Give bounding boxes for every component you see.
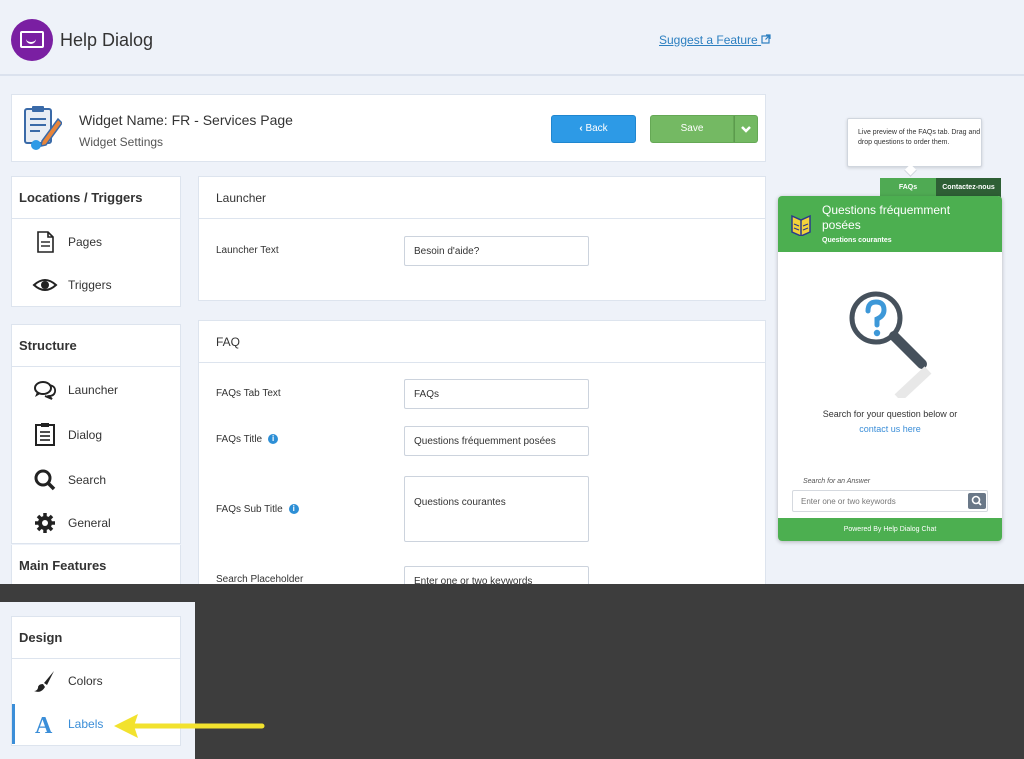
nav-item-colors[interactable]: Colors [12, 661, 180, 701]
preview-tab-faqs[interactable]: FAQs [880, 178, 936, 198]
nav-item-label: Pages [68, 235, 103, 249]
faqs-subtitle-label-row: FAQs Sub Title i [216, 504, 299, 515]
launcher-section: Launcher Launcher Text Besoin d'aide? [198, 176, 766, 301]
preview-tooltip-text: Live preview of the FAQs tab. Drag and d… [858, 129, 981, 146]
nav-section-title: Design [12, 617, 180, 659]
faqs-subtitle-textarea[interactable]: Questions courantes [404, 476, 589, 542]
eye-icon [32, 279, 58, 291]
preview-search-label: Search for an Answer [803, 478, 871, 485]
nav-item-search[interactable]: Search [12, 460, 180, 500]
paintbrush-icon [34, 671, 54, 692]
nav-main-features: Main Features [11, 545, 181, 585]
save-button[interactable]: Save [650, 115, 734, 143]
faqs-title-label-row: FAQs Title i [216, 434, 279, 445]
suggest-feature-label: Suggest a Feature [659, 33, 758, 47]
preview-search-button[interactable] [968, 493, 986, 509]
nav-item-triggers[interactable]: Triggers [12, 265, 180, 305]
preview-subtitle: Questions courantes [822, 237, 892, 244]
launcher-text-input[interactable]: Besoin d'aide? [404, 236, 589, 266]
info-icon[interactable]: i [288, 504, 299, 515]
nav-item-label: Triggers [68, 278, 112, 292]
preview-search-box[interactable]: Enter one or two keywords [792, 490, 988, 512]
search-icon [971, 495, 982, 506]
app-header: Help Dialog Suggest a Feature [0, 0, 1024, 76]
pointer-arrow-icon [114, 714, 265, 738]
help-dialog-logo-icon [11, 19, 53, 61]
back-button[interactable]: ‹ Back [551, 115, 636, 143]
faqs-subtitle-value: Questions courantes [414, 497, 506, 508]
preview-search-input[interactable]: Enter one or two keywords [801, 497, 896, 506]
widget-name: Widget Name: FR - Services Page [79, 112, 293, 128]
app-title: Help Dialog [60, 30, 154, 50]
info-icon[interactable]: i [268, 434, 279, 445]
preview-body-text: Search for your question below or [822, 409, 958, 419]
faq-section: FAQ FAQs Tab Text FAQs FAQs Title i Quest… [198, 320, 766, 610]
faqs-title-label: FAQs Title [216, 434, 263, 445]
suggest-feature-link[interactable]: Suggest a Feature [659, 33, 771, 47]
nav-item-general[interactable]: General [12, 503, 180, 543]
nav-item-label: Labels [68, 717, 104, 731]
document-icon [37, 231, 54, 253]
preview-title: Questions fréquemment posées [822, 203, 951, 232]
faq-preview-panel: Questions fréquemment posées Questions c… [778, 196, 1002, 541]
preview-footer: Powered By Help Dialog Chat [778, 518, 1002, 541]
preview-contact-link[interactable]: contact us here [778, 424, 1002, 434]
section-title: FAQ [199, 321, 765, 363]
gear-icon [35, 513, 55, 533]
nav-section-title: Structure [12, 325, 180, 367]
launcher-text-label: Launcher Text [216, 245, 279, 256]
nav-section-title: Locations / Triggers [12, 177, 180, 219]
widget-settings-label: Widget Settings [79, 135, 164, 149]
widget-header-card: Widget Name: FR - Services Page Widget S… [11, 94, 766, 162]
faqs-subtitle-label: FAQs Sub Title [216, 504, 283, 515]
preview-tooltip: Live preview of the FAQs tab. Drag and d… [847, 118, 982, 177]
external-link-icon [761, 34, 771, 44]
back-button-label: Back [585, 123, 608, 134]
faqs-tab-text-input[interactable]: FAQs [404, 379, 589, 409]
nav-item-launcher[interactable]: Launcher [12, 370, 180, 410]
nav-item-label: Search [68, 473, 107, 487]
svg-text:A: A [35, 713, 53, 736]
faqs-title-input[interactable]: Questions fréquemment posées [404, 426, 589, 456]
section-title: Launcher [199, 177, 765, 219]
nav-locations-triggers: Locations / Triggers Pages Triggers [11, 176, 181, 307]
book-icon [791, 214, 811, 236]
nav-item-label: Colors [68, 674, 103, 688]
chevron-down-icon [741, 126, 751, 133]
nav-structure: Structure Launcher Dialog Search General [11, 324, 181, 544]
nav-item-pages[interactable]: Pages [12, 222, 180, 262]
clipboard-icon [35, 423, 55, 446]
chat-bubbles-icon [34, 381, 57, 400]
clipboard-edit-icon [24, 106, 62, 150]
save-options-button[interactable] [734, 115, 758, 143]
font-letter-icon: A [35, 713, 53, 736]
nav-item-label: General [68, 516, 111, 530]
nav-section-title: Main Features [19, 558, 107, 573]
search-icon [34, 469, 56, 491]
nav-item-label: Dialog [68, 428, 103, 442]
faqs-tab-text-label: FAQs Tab Text [216, 388, 281, 399]
magnifier-question-icon [849, 291, 932, 398]
preview-header: Questions fréquemment posées Questions c… [778, 196, 1002, 252]
nav-item-dialog[interactable]: Dialog [12, 415, 180, 455]
chevron-left-icon: ‹ [579, 123, 583, 134]
preview-tab-contact[interactable]: Contactez-nous [936, 178, 1001, 198]
nav-item-label: Launcher [68, 383, 119, 397]
